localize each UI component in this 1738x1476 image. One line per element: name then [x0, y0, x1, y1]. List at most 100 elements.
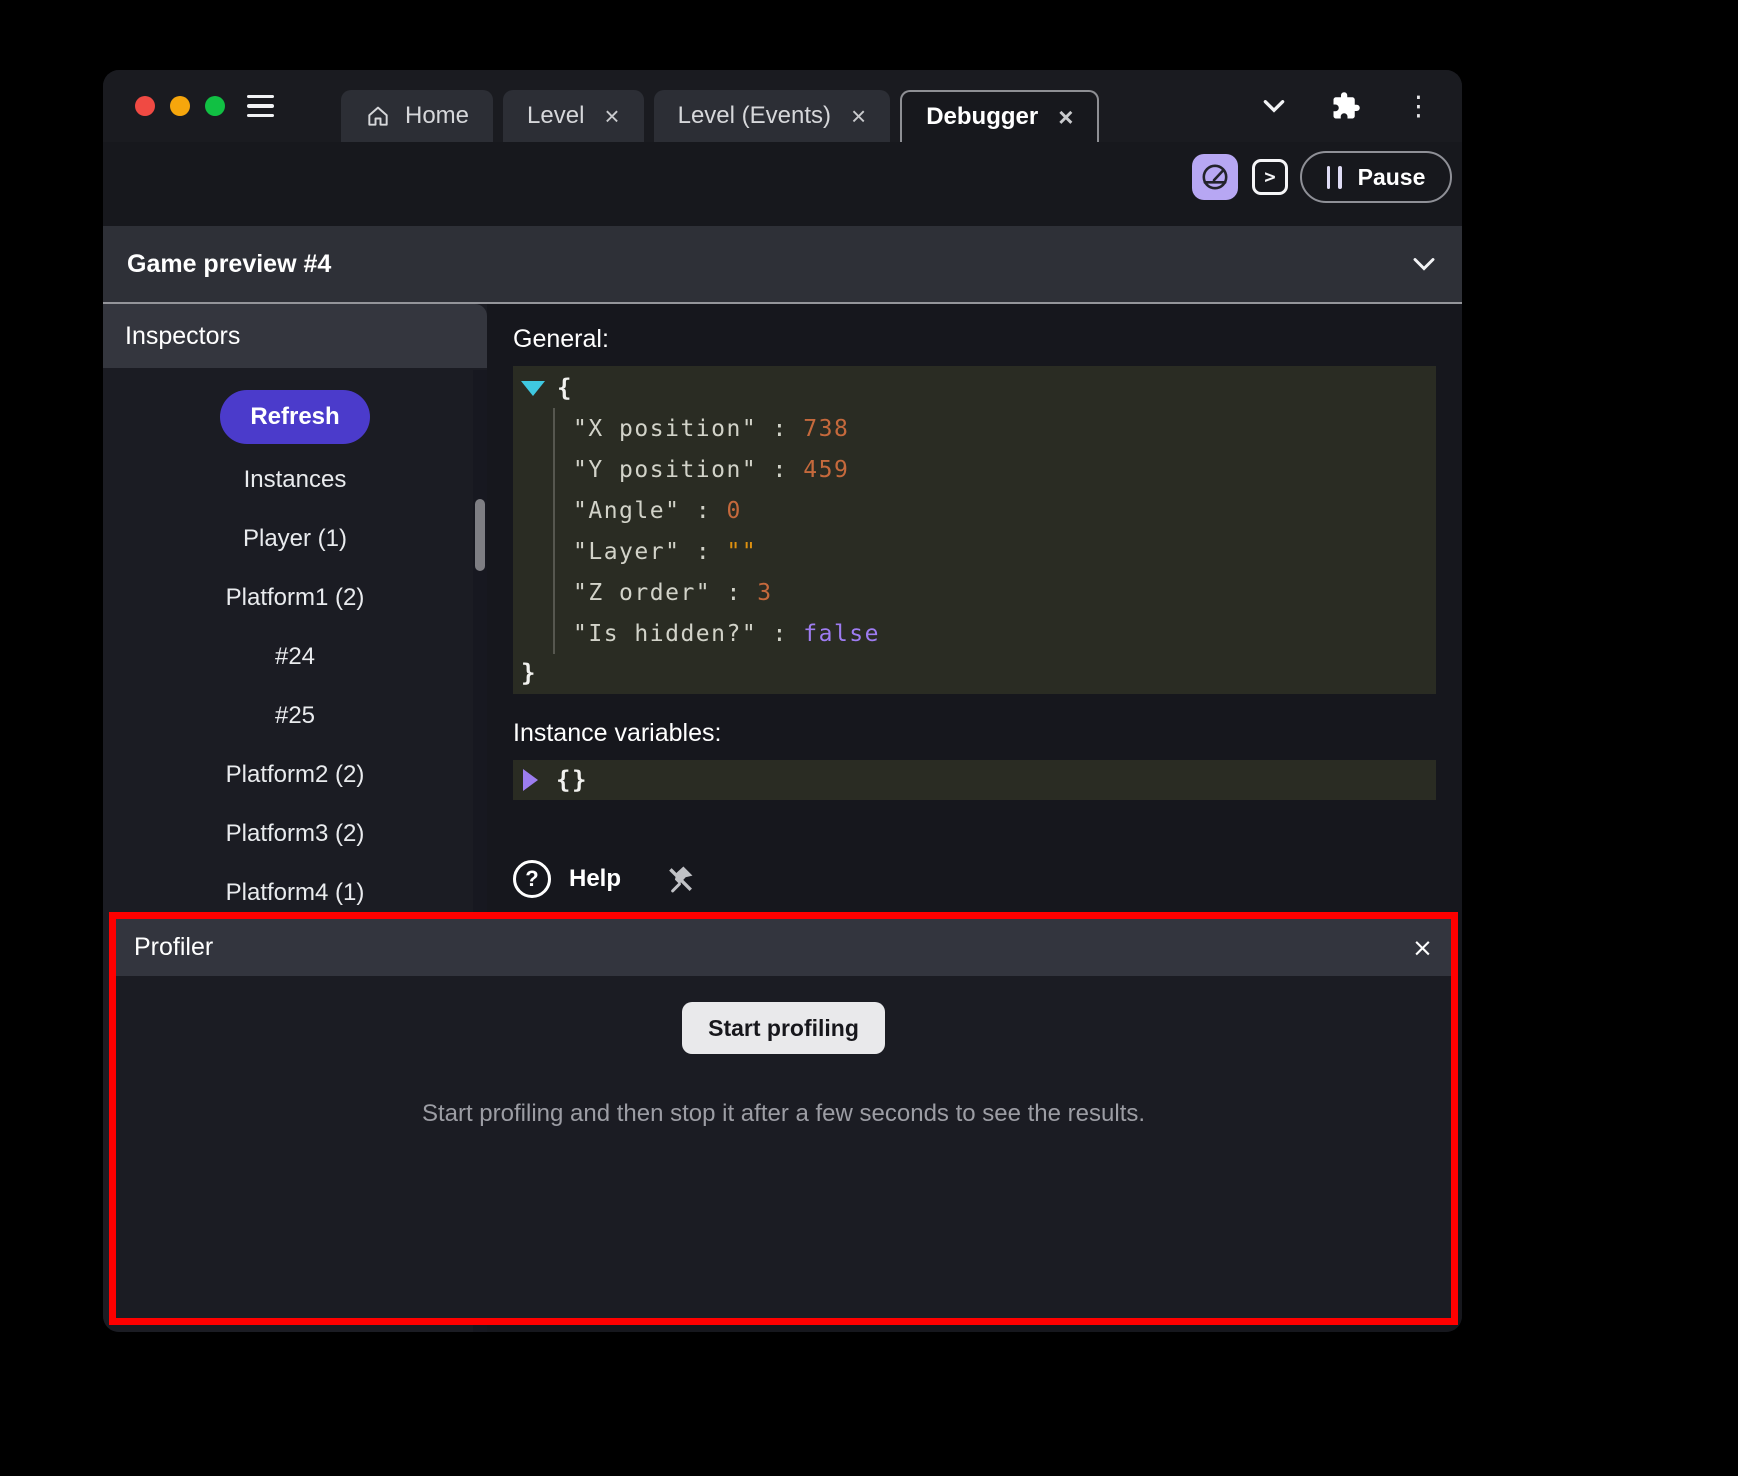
- sidebar-item[interactable]: Instances: [103, 450, 487, 509]
- profiler-panel: Profiler × Start profiling Start profili…: [109, 912, 1458, 1325]
- pause-button[interactable]: Pause: [1300, 151, 1452, 203]
- kebab-menu-icon[interactable]: ⋮: [1405, 93, 1432, 120]
- sidebar-item-label: #24: [275, 643, 315, 671]
- tab-home[interactable]: Home: [341, 90, 493, 142]
- sidebar-item[interactable]: #24: [103, 627, 487, 686]
- close-icon[interactable]: ×: [1058, 104, 1073, 130]
- general-json-view: { X position : 738 Y position :: [513, 366, 1436, 694]
- extensions-puzzle-icon[interactable]: [1331, 91, 1361, 121]
- sidebar-item[interactable]: Platform1 (2): [103, 568, 487, 627]
- property-value: 738: [803, 416, 849, 442]
- property-key: Is hidden?: [573, 621, 757, 647]
- chevron-down-icon[interactable]: [1410, 255, 1438, 273]
- property-key: Layer: [573, 539, 680, 565]
- property-key: Y position: [573, 457, 757, 483]
- property-row: Y position : 459: [555, 449, 1436, 490]
- sidebar-item[interactable]: Player (1): [103, 509, 487, 568]
- help-icon: ?: [513, 860, 551, 898]
- property-value: false: [803, 621, 880, 647]
- chevron-down-icon[interactable]: [1261, 97, 1287, 115]
- property-key: Angle: [573, 498, 680, 524]
- console-icon[interactable]: >: [1252, 159, 1288, 195]
- gdevelop-window: Home Level × Level (Events) × Debugger ×: [103, 70, 1462, 1332]
- tab-label: Level (Events): [678, 102, 831, 130]
- profiler-body: Start profiling Start profiling and then…: [116, 976, 1451, 1318]
- property-value: 459: [803, 457, 849, 483]
- inspectors-header: Inspectors: [103, 304, 487, 368]
- sidebar-item-label: Instances: [244, 466, 347, 494]
- help-label: Help: [569, 865, 621, 893]
- json-close-row: }: [513, 654, 1436, 692]
- pause-label: Pause: [1358, 164, 1426, 191]
- sidebar-item-label: Platform1 (2): [226, 584, 365, 612]
- close-brace: }: [521, 659, 537, 687]
- title-bar: Home Level × Level (Events) × Debugger ×: [103, 70, 1462, 142]
- tab-label: Home: [405, 102, 469, 130]
- collapse-triangle-icon[interactable]: [521, 381, 545, 396]
- sidebar-item-label: Platform4 (1): [226, 879, 365, 907]
- property-value: 0: [727, 498, 742, 524]
- tab-bar: Home Level × Level (Events) × Debugger ×: [341, 70, 1099, 142]
- property-colon: :: [680, 498, 726, 524]
- window-minimize-icon[interactable]: [170, 96, 190, 116]
- property-value: 3: [757, 580, 772, 606]
- property-value: "": [727, 539, 758, 565]
- profiler-title: Profiler: [134, 933, 213, 962]
- sidebar-item[interactable]: Platform2 (2): [103, 745, 487, 804]
- start-profiling-button[interactable]: Start profiling: [682, 1002, 885, 1054]
- game-preview-title: Game preview #4: [127, 250, 331, 279]
- tab-label: Level: [527, 102, 584, 130]
- property-row: Angle : 0: [555, 490, 1436, 531]
- sidebar-item[interactable]: #25: [103, 686, 487, 745]
- property-row: Layer : "": [555, 531, 1436, 572]
- refresh-button[interactable]: Refresh: [220, 390, 369, 444]
- close-icon[interactable]: ×: [851, 103, 866, 129]
- window-maximize-icon[interactable]: [205, 96, 225, 116]
- sidebar-item[interactable]: Platform3 (2): [103, 804, 487, 863]
- tab-label: Debugger: [926, 103, 1038, 131]
- hamburger-menu-icon[interactable]: [237, 83, 283, 129]
- close-icon[interactable]: ×: [604, 103, 619, 129]
- pause-icon: [1327, 166, 1342, 189]
- traffic-lights: [135, 96, 225, 116]
- profiler-gauge-icon[interactable]: [1192, 154, 1238, 200]
- debugger-toolbar: > Pause: [103, 142, 1462, 212]
- property-colon: :: [757, 416, 803, 442]
- console-glyph: >: [1264, 168, 1275, 187]
- general-label: General:: [513, 322, 1436, 356]
- instance-variables-value: {}: [556, 766, 588, 794]
- property-row: Is hidden? : false: [555, 613, 1436, 654]
- inspectors-title: Inspectors: [125, 322, 240, 351]
- property-colon: :: [680, 539, 726, 565]
- unpin-icon[interactable]: [663, 862, 697, 896]
- tab-level-events[interactable]: Level (Events) ×: [654, 90, 891, 142]
- json-root-row: {: [513, 368, 1436, 408]
- expand-triangle-icon[interactable]: [523, 769, 538, 791]
- property-colon: :: [757, 457, 803, 483]
- json-properties: X position : 738 Y position : 459 Angl: [553, 408, 1436, 654]
- property-row: X position : 738: [555, 408, 1436, 449]
- tab-debugger[interactable]: Debugger ×: [900, 90, 1099, 142]
- profiler-description: Start profiling and then stop it after a…: [422, 1100, 1145, 1128]
- tab-level[interactable]: Level ×: [503, 90, 644, 142]
- property-key: Z order: [573, 580, 711, 606]
- game-preview-header[interactable]: Game preview #4: [103, 226, 1462, 302]
- home-icon: [365, 103, 391, 129]
- close-icon[interactable]: ×: [1412, 935, 1433, 960]
- property-colon: :: [757, 621, 803, 647]
- property-colon: :: [711, 580, 757, 606]
- instance-variables-row: {}: [513, 760, 1436, 800]
- instances-tree: Instances Player (1) Platform1 (2) #24: [103, 450, 487, 922]
- sidebar-item-label: Platform3 (2): [226, 820, 365, 848]
- open-brace: {: [557, 374, 573, 402]
- window-close-icon[interactable]: [135, 96, 155, 116]
- property-key: X position: [573, 416, 757, 442]
- sidebar-item-label: #25: [275, 702, 315, 730]
- scrollbar-thumb[interactable]: [475, 499, 485, 571]
- property-row: Z order : 3: [555, 572, 1436, 613]
- help-button[interactable]: ? Help: [513, 860, 621, 898]
- profiler-header: Profiler ×: [116, 919, 1451, 976]
- help-row: ? Help: [513, 860, 1436, 898]
- title-bar-actions: ⋮: [1261, 91, 1462, 121]
- sidebar-item-label: Player (1): [243, 525, 347, 553]
